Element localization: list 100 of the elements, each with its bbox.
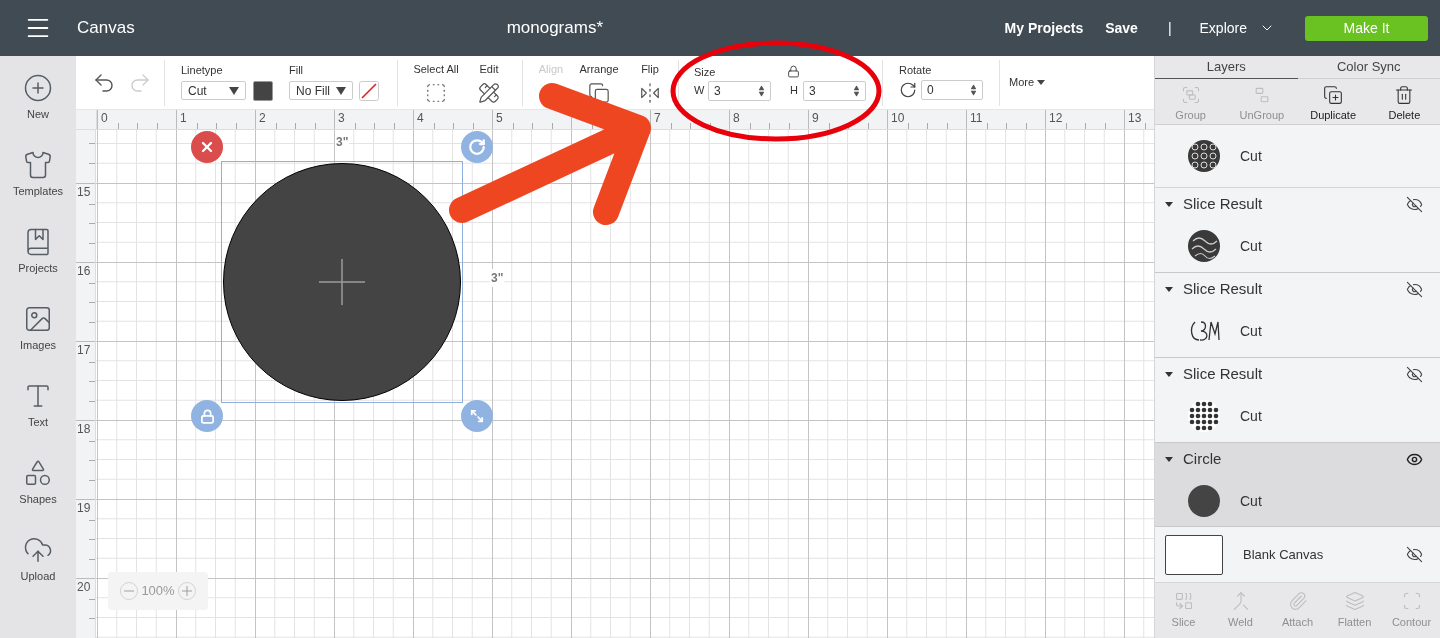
size-label: Size — [694, 66, 716, 78]
layer-action[interactable]: Duplicate — [1301, 79, 1366, 124]
flip-icon — [639, 82, 661, 105]
stepper-arrows-icon[interactable] — [853, 84, 860, 97]
sidebar-item[interactable]: Shapes — [3, 458, 73, 515]
zoom-level: 100% — [141, 582, 175, 601]
hidden-eye-icon[interactable] — [1406, 546, 1423, 563]
no-fill-swatch[interactable] — [359, 80, 379, 101]
header-link[interactable]: Save — [1105, 17, 1138, 39]
lace-pattern-thumbnail — [1187, 139, 1221, 173]
ruler-number: 1 — [180, 112, 187, 124]
separator-text: | — [1167, 18, 1172, 38]
stack-icon — [1344, 590, 1365, 611]
linetype-select[interactable]: Cut — [181, 81, 246, 100]
sidebar-item[interactable]: Text — [3, 381, 73, 438]
group-title: Circle — [1183, 448, 1223, 469]
rotate-icon — [468, 138, 486, 156]
ruler-number: 10 — [891, 112, 905, 124]
layer-row[interactable]: Cut — [1155, 390, 1440, 442]
layer-row[interactable]: Cut — [1155, 305, 1440, 357]
ruler-number: 12 — [1049, 112, 1063, 124]
hidden-eye-icon[interactable] — [1406, 280, 1423, 298]
canvas-swatch[interactable] — [1165, 534, 1223, 575]
layer-group[interactable]: Circle Cut — [1155, 443, 1440, 526]
dimension-label: 3" — [490, 269, 505, 287]
trash-icon — [1394, 85, 1415, 105]
sidebar-item[interactable]: Templates — [3, 150, 73, 207]
swirl-pattern-thumbnail — [1187, 229, 1221, 263]
sidebar-item[interactable]: Images — [3, 304, 73, 361]
image-icon — [23, 304, 53, 334]
paperclip-icon — [1287, 590, 1308, 611]
dotted-circle-thumbnail — [1187, 399, 1221, 433]
width-label: W — [694, 83, 704, 99]
lock-icon[interactable] — [787, 64, 801, 78]
ruler-number: 17 — [77, 344, 91, 356]
ruler-number: 16 — [77, 265, 91, 277]
ruler-number: 15 — [77, 186, 91, 198]
toolbar-tool[interactable]: Edit — [476, 60, 502, 105]
toolbar-tool[interactable]: Flip — [636, 60, 664, 105]
explore-menu[interactable]: Explore — [1199, 17, 1275, 39]
ruler-number: 11 — [970, 112, 983, 124]
color-swatch[interactable] — [253, 80, 273, 101]
close-icon — [199, 139, 215, 155]
width-field[interactable]: 3 — [708, 80, 771, 101]
toolbar-tool[interactable]: Select All — [411, 60, 461, 105]
shirt-icon — [23, 150, 53, 180]
more-menu[interactable]: More — [1009, 74, 1046, 91]
rotate-icon — [899, 81, 917, 99]
ruler-number: 7 — [654, 112, 661, 124]
ruler-number: 13 — [1128, 112, 1142, 124]
header-link[interactable]: My Projects — [1004, 17, 1084, 39]
group-title: Slice Result — [1183, 278, 1264, 299]
hidden-eye-icon[interactable] — [1406, 195, 1423, 213]
hidden-eye-icon[interactable] — [1406, 365, 1423, 383]
lock-icon — [199, 408, 215, 424]
panel-tab[interactable]: Layers — [1155, 56, 1298, 79]
crosshair-icon — [319, 259, 365, 305]
fill-select[interactable]: No Fill — [289, 81, 353, 100]
panel-tab[interactable]: Color Sync — [1297, 56, 1440, 79]
layer-row[interactable]: Cut — [1155, 475, 1440, 526]
cloud-upload-icon — [23, 535, 53, 565]
ruler-number: 19 — [77, 502, 91, 514]
height-label: H — [790, 83, 798, 99]
diagonal-arrows-icon — [470, 409, 484, 423]
ruler-number: 4 — [417, 112, 424, 124]
shapes-icon — [23, 458, 53, 488]
ruler-number: 8 — [733, 112, 740, 124]
ruler-number: 20 — [77, 581, 91, 593]
stepper-arrows-icon[interactable] — [758, 84, 765, 97]
group-icon — [1180, 85, 1201, 105]
ruler-number: 3 — [338, 112, 345, 124]
toolbar-tool[interactable]: Arrange — [578, 60, 620, 105]
height-field[interactable]: 3 — [803, 80, 866, 101]
stacked-squares-icon — [588, 82, 610, 105]
ruler-number: 9 — [812, 112, 819, 124]
app-title: Canvas — [77, 17, 135, 40]
linetype-label: Linetype — [181, 64, 224, 76]
pencil-ruler-icon — [478, 82, 500, 105]
rotate-field[interactable]: 0 — [921, 80, 983, 100]
ruler-number: 18 — [77, 423, 91, 435]
duplicate-icon — [1323, 85, 1344, 105]
fill-label: Fill — [289, 64, 305, 76]
slice-icon — [1173, 590, 1194, 611]
ruler-number: 0 — [101, 112, 108, 124]
group-title: Slice Result — [1183, 363, 1264, 384]
dashed-square-icon — [425, 82, 447, 105]
project-title: monograms* — [506, 17, 603, 40]
ruler-number: 2 — [259, 112, 266, 124]
circle-thumbnail — [1187, 484, 1221, 518]
contour-icon — [1401, 590, 1422, 611]
layer-row[interactable]: Cut — [1155, 220, 1440, 272]
stepper-arrows-icon[interactable] — [970, 84, 977, 96]
layer-action[interactable]: Delete — [1372, 79, 1437, 124]
sidebar-item[interactable]: Upload — [3, 535, 73, 592]
sidebar-item[interactable]: Projects — [3, 227, 73, 284]
sidebar-item[interactable]: New — [3, 73, 73, 130]
ruler-number: 5 — [496, 112, 503, 124]
rotate-label: Rotate — [899, 65, 933, 76]
plus-circle-icon — [23, 73, 53, 103]
group-title: Slice Result — [1183, 193, 1264, 214]
